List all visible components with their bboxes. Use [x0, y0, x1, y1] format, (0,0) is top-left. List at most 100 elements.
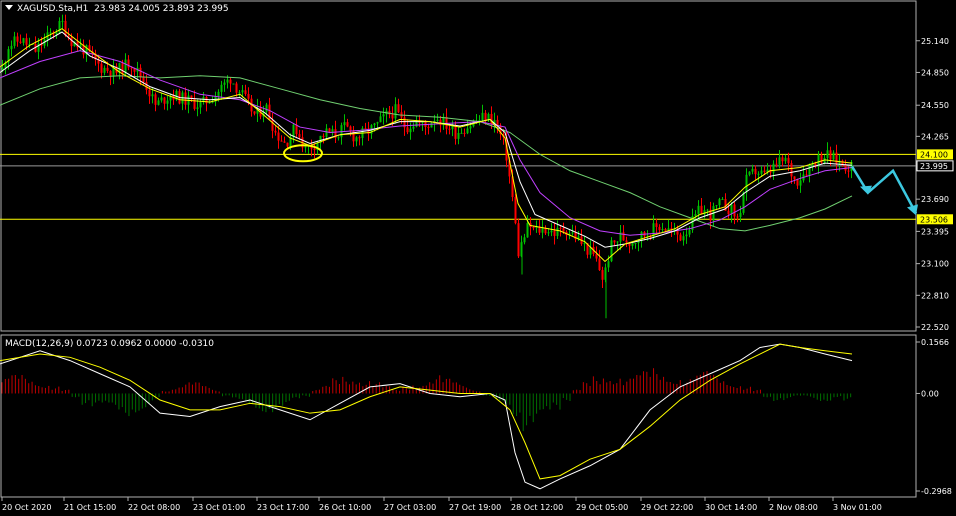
bear-candle: [25, 38, 28, 45]
bear-candle: [142, 77, 145, 82]
bull-candle: [292, 124, 295, 138]
bear-candle: [532, 227, 535, 229]
bear-candle: [805, 174, 808, 176]
x-tick-label: 3 Nov 01:00: [833, 503, 882, 512]
x-tick-label: 30 Oct 14:00: [705, 503, 757, 512]
bull-candle: [238, 92, 241, 94]
bear-candle: [625, 240, 628, 243]
bull-candle: [337, 137, 340, 139]
bull-candle: [460, 132, 463, 134]
bull-candle: [832, 152, 835, 160]
bull-candle: [430, 122, 433, 128]
bull-candle: [355, 137, 358, 142]
bear-candle: [484, 112, 487, 121]
forecast-arrow: [850, 165, 918, 214]
bear-candle: [463, 132, 466, 134]
bull-candle: [742, 192, 745, 213]
bull-candle: [556, 227, 559, 236]
bear-candle: [658, 226, 661, 230]
bull-candle: [265, 104, 268, 112]
signal-line: [0, 343, 853, 480]
bear-candle: [358, 137, 361, 139]
bull-candle: [748, 171, 751, 175]
bear-candle: [277, 132, 280, 141]
bull-candle: [661, 229, 664, 231]
bull-candle: [616, 241, 619, 243]
bull-candle: [382, 114, 385, 117]
bull-candle: [478, 120, 481, 122]
x-tick-label: 28 Oct 12:00: [511, 503, 563, 512]
bull-candle: [22, 38, 25, 43]
bear-candle: [16, 36, 19, 42]
price-tick-label: 23.395: [921, 227, 949, 236]
bull-candle: [220, 84, 223, 92]
bear-candle: [280, 140, 283, 142]
bear-candle: [346, 122, 349, 127]
bull-candle: [808, 165, 811, 176]
bear-candle: [517, 223, 520, 257]
bull-candle: [610, 240, 613, 262]
bull-candle: [523, 237, 526, 243]
bull-candle: [61, 20, 64, 22]
macd-pane-frame: [0, 334, 917, 498]
bear-candle: [790, 163, 793, 177]
bear-candle: [244, 90, 247, 95]
bear-candle: [613, 240, 616, 243]
bull-candle: [583, 243, 586, 245]
bull-candle: [607, 261, 610, 268]
price-tick-label: 23.690: [921, 195, 949, 204]
bear-candle: [427, 126, 430, 128]
x-tick-label: 22 Oct 08:00: [128, 503, 180, 512]
bull-candle: [343, 122, 346, 126]
bear-candle: [763, 170, 766, 173]
bear-candle: [406, 127, 409, 133]
bull-candle: [412, 126, 415, 129]
bear-candle: [538, 226, 541, 233]
bear-candle: [448, 128, 451, 130]
bear-candle: [781, 157, 784, 162]
bull-candle: [826, 150, 829, 158]
bull-candle: [232, 83, 235, 85]
bull-candle: [571, 232, 574, 234]
bear-candle: [445, 116, 448, 129]
bull-candle: [166, 100, 169, 104]
bear-candle: [793, 176, 796, 180]
bear-candle: [391, 114, 394, 119]
bear-candle: [106, 67, 109, 71]
bear-candle: [148, 89, 151, 97]
bear-candle: [313, 148, 316, 151]
bull-candle: [715, 205, 718, 207]
bear-candle: [679, 234, 682, 241]
bull-candle: [685, 234, 688, 237]
dropdown-icon[interactable]: [5, 5, 13, 10]
bear-candle: [253, 111, 256, 114]
price-chart[interactable]: 25.14024.85024.55024.26523.98023.69023.3…: [0, 0, 956, 516]
price-tick-label: 24.850: [921, 68, 949, 77]
bull-candle: [466, 128, 469, 134]
bull-candle: [10, 45, 13, 50]
bear-candle: [835, 152, 838, 164]
bear-candle: [655, 223, 658, 227]
bull-candle: [817, 154, 820, 166]
bear-candle: [145, 81, 148, 90]
price-tick-label: 22.520: [921, 323, 949, 332]
bear-candle: [439, 119, 442, 126]
x-tick-label: 27 Oct 19:00: [449, 503, 501, 512]
bear-candle: [664, 229, 667, 231]
bear-candle: [184, 92, 187, 105]
bull-candle: [730, 204, 733, 215]
bear-candle: [736, 216, 739, 218]
bull-candle: [1, 67, 4, 70]
bull-candle: [409, 128, 412, 133]
bear-candle: [205, 96, 208, 104]
bear-candle: [121, 63, 124, 74]
x-tick-label: 2 Nov 08:00: [769, 503, 818, 512]
ohlc-readout: 23.983 24.005 23.893 23.995: [94, 4, 229, 14]
bull-candle: [778, 157, 781, 165]
bear-candle: [796, 179, 799, 186]
bull-candle: [13, 36, 16, 46]
bull-candle: [739, 212, 742, 217]
macd-tick-label: 0.1566: [921, 338, 949, 347]
bull-candle: [718, 199, 721, 206]
bull-candle: [223, 82, 226, 85]
